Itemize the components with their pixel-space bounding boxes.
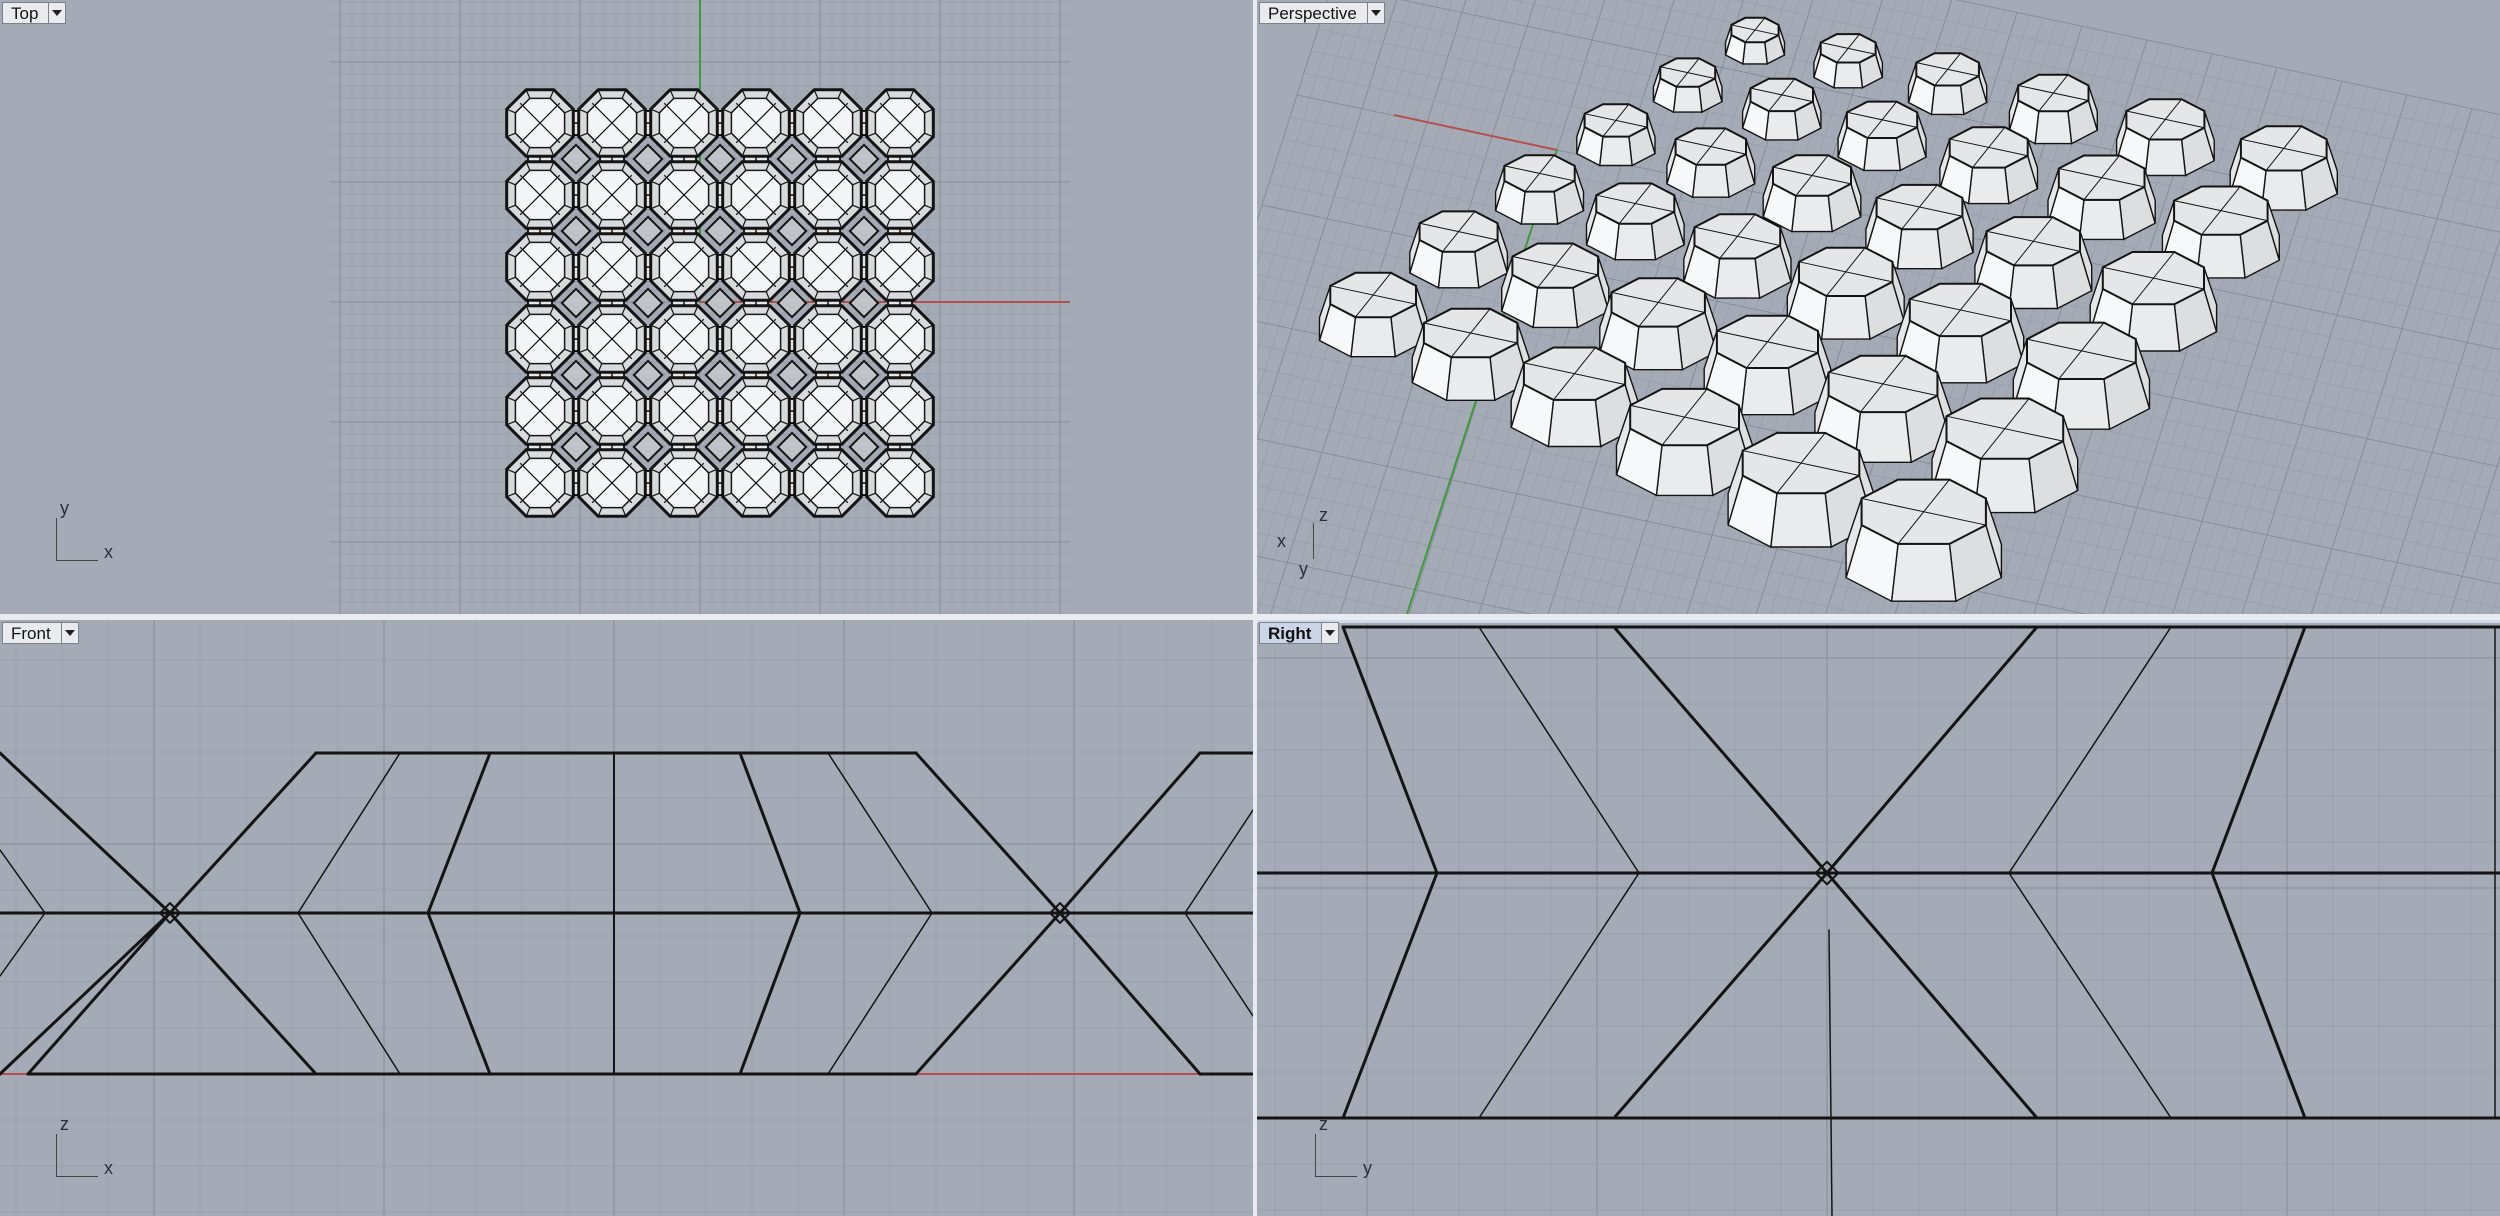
axis-label-y: y (1363, 1158, 1372, 1178)
axis-indicator: z x (50, 1114, 130, 1184)
solid-side-face (1967, 166, 2010, 205)
axis-indicator: z y (1309, 1114, 1389, 1184)
axis-indicator: z x y (1277, 505, 1357, 585)
active-viewport-highlight (1257, 620, 2500, 623)
axis-label-z: z (1319, 1114, 1328, 1134)
solid-side-face (1714, 257, 1761, 299)
solid-side-face (1445, 356, 1496, 401)
solid-side-face (1532, 287, 1579, 329)
axis-label-x: x (104, 542, 113, 562)
solid-side-face (1350, 316, 1397, 358)
viewport-title[interactable]: Right (1259, 622, 1322, 644)
solid-side-face (1633, 325, 1684, 371)
front-viewport[interactable]: Front z x (0, 620, 1253, 1216)
solid-side-face (1933, 335, 1988, 384)
chevron-down-icon[interactable] (60, 622, 79, 644)
viewport-tab-top[interactable]: Top (2, 2, 67, 24)
solid-side-face (1740, 367, 1795, 416)
viewport-tab-right[interactable]: Right (1259, 622, 1340, 644)
axis-indicator: y x (50, 498, 130, 568)
right-viewport[interactable]: Right z y (1257, 620, 2500, 1216)
solid-side-face (1854, 411, 1912, 463)
top-viewport[interactable]: Top y x (0, 0, 1253, 614)
solid-side-face (1791, 194, 1833, 233)
solid-side-face (1896, 228, 1943, 270)
perspective-viewport-canvas[interactable] (1257, 0, 2500, 614)
viewport-title[interactable]: Top (2, 2, 49, 24)
solid-side-face (1820, 295, 1871, 340)
top-viewport-canvas[interactable] (0, 0, 1253, 614)
solid-side-face (1930, 84, 1965, 116)
viewport-title[interactable]: Front (2, 622, 61, 644)
solid-side-face (1742, 41, 1768, 65)
axis-label-x: x (1277, 531, 1286, 551)
solid-side-face (2034, 110, 2073, 145)
axis-label-y: y (1299, 559, 1308, 579)
chevron-down-icon[interactable] (48, 2, 67, 24)
solid-side-face (1833, 61, 1864, 89)
right-viewport-canvas[interactable] (1257, 620, 2500, 1216)
solid-side-face (2078, 199, 2125, 241)
axis-label-x: x (104, 1158, 113, 1178)
viewport-tab-front[interactable]: Front (2, 622, 79, 644)
axis-label-z: z (1319, 505, 1328, 525)
rhino-viewports-window: Top y x Perspective z x y Front z x Righ… (0, 0, 2500, 1216)
viewport-title[interactable]: Perspective (1259, 2, 1367, 24)
solid-side-face (1598, 135, 1633, 167)
chevron-down-icon[interactable] (1366, 2, 1385, 24)
viewport-tab-perspective[interactable]: Perspective (1259, 2, 1385, 24)
chevron-down-icon[interactable] (1321, 622, 1340, 644)
solid-side-face (1770, 492, 1832, 548)
solid-side-face (1863, 137, 1902, 172)
solid-side-face (1655, 444, 1714, 497)
solid-side-face (1764, 110, 1799, 141)
octagon-pattern-top (505, 88, 935, 518)
solid-side-face (1672, 86, 1703, 113)
solid-side-face (1614, 222, 1657, 261)
solid-side-face (1437, 251, 1480, 289)
solid-side-face (1547, 399, 1602, 448)
solid-side-face (1691, 164, 1730, 198)
solid-side-face (1890, 543, 1957, 602)
axis-label-y: y (60, 498, 69, 518)
axis-label-z: z (60, 1114, 69, 1134)
solid-side-face (1520, 190, 1559, 225)
perspective-viewport[interactable]: Perspective z x y (1257, 0, 2500, 614)
solid-side-face (2144, 138, 2187, 177)
front-viewport-canvas[interactable] (0, 620, 1253, 1216)
solid-side-face (2008, 264, 2059, 310)
